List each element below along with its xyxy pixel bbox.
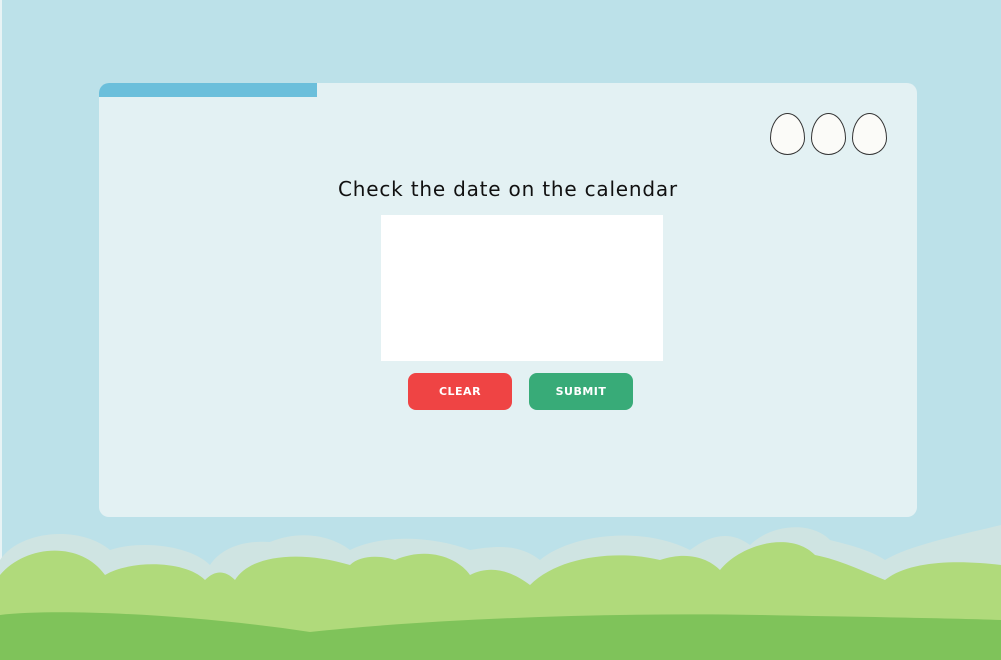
submit-button[interactable]: SUBMIT: [529, 373, 633, 410]
egg-icon: [811, 113, 846, 155]
drawing-canvas[interactable]: [381, 215, 663, 361]
progress-bar: [99, 83, 917, 97]
clear-button[interactable]: CLEAR: [408, 373, 512, 410]
progress-bar-fill: [99, 83, 318, 97]
egg-icon: [770, 113, 805, 155]
grass-ground: [0, 612, 1001, 660]
lives-indicator: [770, 113, 887, 155]
egg-icon: [852, 113, 887, 155]
grass-hills-background: [0, 525, 1001, 660]
question-prompt: Check the date on the calendar: [338, 177, 678, 201]
question-card: Check the date on the calendar CLEAR SUB…: [99, 83, 917, 517]
